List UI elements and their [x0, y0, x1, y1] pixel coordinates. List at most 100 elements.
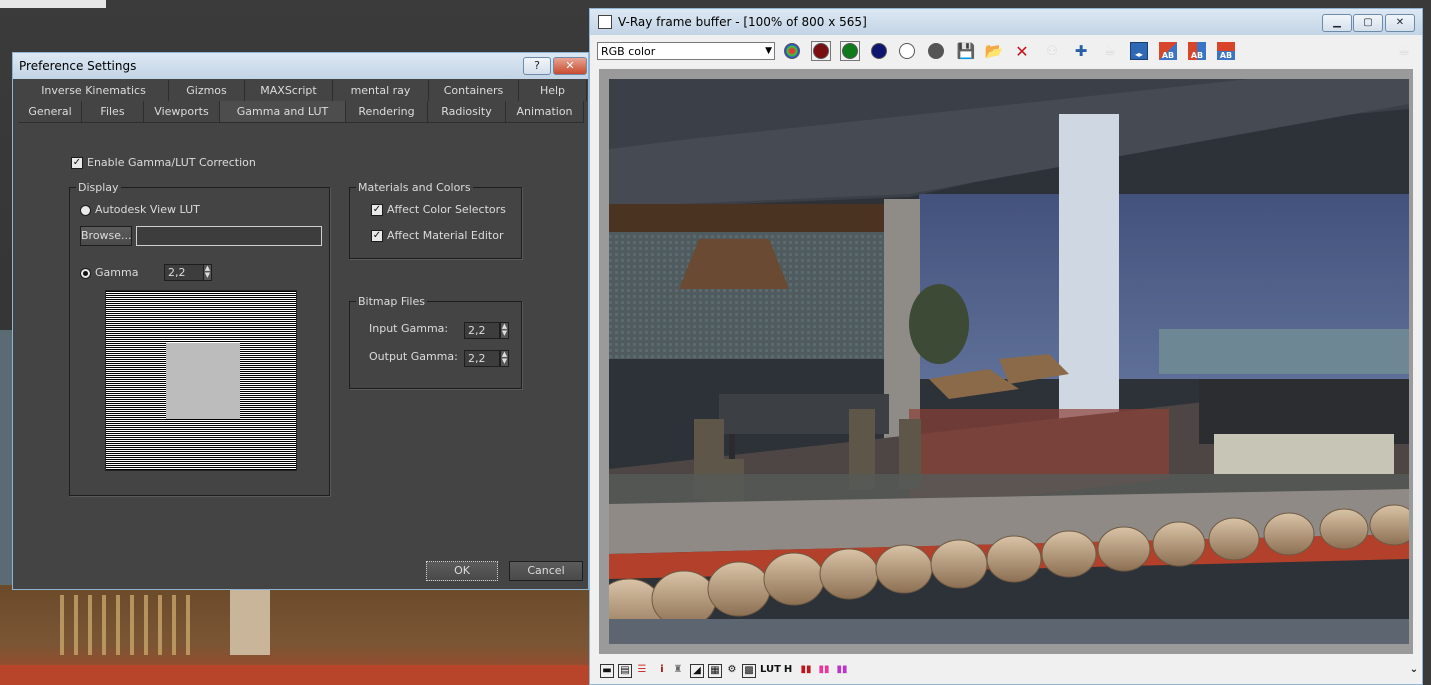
affect-color-selectors-checkbox[interactable]: ✓: [371, 204, 383, 216]
output-gamma-label: Output Gamma:: [369, 350, 458, 363]
tab-files[interactable]: Files: [82, 101, 144, 122]
ab-compare-2-icon[interactable]: AB: [1187, 41, 1207, 61]
gamma-test-pattern: [105, 290, 297, 471]
rgb-channels-icon[interactable]: [782, 41, 802, 61]
tab-gamma-and-lut[interactable]: Gamma and LUT: [220, 101, 346, 122]
alpha-channel-icon[interactable]: [897, 41, 917, 61]
input-gamma-field[interactable]: 2,2: [464, 322, 500, 339]
tab-viewports[interactable]: Viewports: [144, 101, 220, 122]
gamma-radio[interactable]: [80, 268, 91, 279]
ocio-icon[interactable]: ▮▮: [800, 664, 812, 676]
blue-channel-swatch: [871, 43, 887, 59]
chevron-down-icon: ▼: [765, 46, 772, 56]
enable-gamma-label: Enable Gamma/LUT Correction: [87, 156, 256, 169]
vfb-bottom-toolbar: ▬ ▤ ☰ i ♜ ◢ ▦ ⚙ ▩ LUT H ▮▮ ▮▮ ▮▮ ⌄: [596, 654, 1418, 684]
background-image-icon[interactable]: ♜: [672, 664, 684, 676]
lut-path-field[interactable]: [136, 226, 322, 246]
color-corrections-icon[interactable]: ▬: [600, 664, 614, 678]
background-scene-edge: [0, 330, 12, 585]
hsv-icon[interactable]: H: [782, 664, 794, 676]
channel-select[interactable]: RGB color ▼: [597, 42, 775, 60]
bitmap-files-group: Bitmap Files Input Gamma: 2,2 ▲ ▼ Output …: [349, 295, 522, 389]
ab-compare-3-icon[interactable]: AB: [1216, 41, 1236, 61]
tab-rendering[interactable]: Rendering: [346, 101, 428, 122]
tab-help[interactable]: Help: [519, 80, 587, 101]
rendered-image[interactable]: [609, 79, 1409, 644]
preference-title-bar: Preference Settings ? ✕: [13, 53, 588, 79]
help-button[interactable]: ?: [523, 57, 551, 75]
cancel-button[interactable]: Cancel: [509, 561, 583, 581]
maximize-button[interactable]: ▢: [1353, 14, 1383, 32]
close-button[interactable]: ✕: [553, 57, 587, 75]
vray-frame-buffer-window: V-Ray frame buffer - [100% of 800 x 565]…: [589, 8, 1423, 685]
histogram-icon[interactable]: ▦: [708, 664, 722, 678]
dialog-title: Preference Settings: [19, 59, 137, 73]
vfb-close-button[interactable]: ✕: [1385, 14, 1415, 32]
green-channel-icon[interactable]: [840, 41, 860, 61]
gamma-test-swatch: [166, 343, 240, 419]
compare-ab-horizontal-icon[interactable]: ◂▸: [1129, 41, 1149, 61]
tab-containers[interactable]: Containers: [429, 80, 519, 101]
clear-image-icon[interactable]: ✕: [1012, 41, 1032, 61]
display-group-title: Display: [76, 181, 121, 194]
channel-select-value: RGB color: [601, 45, 656, 58]
icc-icon[interactable]: ▮▮: [818, 664, 830, 676]
red-channel-icon[interactable]: [811, 41, 831, 61]
open-folder-icon[interactable]: 📂: [984, 41, 1004, 61]
autodesk-lut-radio[interactable]: [80, 205, 91, 216]
input-gamma-spinner[interactable]: ▲ ▼: [500, 322, 509, 339]
gamma-lut-panel: ✓ Enable Gamma/LUT Correction Display Au…: [17, 123, 584, 581]
tab-row-2: General Files Viewports Gamma and LUT Re…: [19, 101, 584, 123]
render-last-teapot-icon[interactable]: ☕: [1394, 41, 1414, 61]
white-balance-icon[interactable]: ⚙: [726, 664, 738, 676]
ab-b-label-2: B: [1197, 51, 1204, 60]
render-teapot-icon[interactable]: ☕: [1100, 41, 1120, 61]
exposure-icon[interactable]: ◢: [690, 664, 704, 678]
minimize-button[interactable]: ▁: [1322, 14, 1352, 32]
ab-compare-1-icon[interactable]: AB: [1158, 41, 1178, 61]
output-gamma-spinner[interactable]: ▲ ▼: [500, 350, 509, 367]
curves-icon[interactable]: ☰: [636, 664, 648, 676]
gamma-spinner[interactable]: ▲ ▼: [203, 264, 212, 281]
browse-button[interactable]: Browse...: [80, 226, 132, 246]
tab-mental-ray[interactable]: mental ray: [333, 80, 429, 101]
tab-gizmos[interactable]: Gizmos: [169, 80, 245, 101]
green-channel-swatch: [842, 43, 858, 59]
levels-icon[interactable]: ▤: [618, 664, 632, 678]
lut-icon[interactable]: LUT: [760, 664, 781, 676]
enable-gamma-checkbox[interactable]: ✓: [71, 157, 83, 169]
gamma-value-field[interactable]: 2,2: [164, 264, 204, 281]
ab-b-label-3: B: [1226, 51, 1233, 60]
output-gamma-field[interactable]: 2,2: [464, 350, 500, 367]
viewport-chairs: [60, 595, 200, 655]
blue-channel-icon[interactable]: [869, 41, 889, 61]
tab-animation[interactable]: Animation: [506, 101, 584, 122]
background-panel-strip: [0, 0, 106, 8]
expand-chevron-icon[interactable]: ⌄: [1408, 664, 1420, 676]
red-channel-swatch: [813, 43, 829, 59]
track-mouse-icon[interactable]: ⚇: [1042, 41, 1062, 61]
stamp-icon[interactable]: ▮▮: [836, 664, 848, 676]
ok-button[interactable]: OK: [426, 561, 498, 581]
affect-material-editor-checkbox[interactable]: ✓: [371, 230, 383, 242]
ab-b-label: B: [1168, 51, 1175, 60]
display-srgb-icon[interactable]: ▩: [742, 664, 756, 678]
gamma-label: Gamma: [95, 266, 139, 279]
affect-color-selectors-label: Affect Color Selectors: [387, 203, 506, 216]
monochrome-icon[interactable]: [926, 41, 946, 61]
tab-row-1: Inverse Kinematics Gizmos MAXScript ment…: [19, 80, 587, 101]
save-icon[interactable]: 💾: [956, 41, 976, 61]
region-render-icon[interactable]: ✚: [1071, 41, 1091, 61]
pixel-info-icon[interactable]: i: [656, 664, 668, 676]
bitmap-group-title: Bitmap Files: [356, 295, 427, 308]
viewport-wall: [230, 585, 270, 655]
background-viewport-scene: [0, 585, 600, 685]
vfb-toolbar: RGB color ▼ 💾 📂 ✕ ⚇ ✚ ☕ ◂▸ AB AB AB ☕: [596, 39, 1416, 63]
tab-maxscript[interactable]: MAXScript: [245, 80, 333, 101]
render-scene: [609, 79, 1409, 644]
tab-inverse-kinematics[interactable]: Inverse Kinematics: [19, 80, 169, 101]
tab-general[interactable]: General: [19, 101, 82, 122]
materials-colors-group: Materials and Colors ✓ Affect Color Sele…: [349, 181, 522, 259]
tab-radiosity[interactable]: Radiosity: [428, 101, 506, 122]
viewport-roof: [0, 665, 600, 685]
